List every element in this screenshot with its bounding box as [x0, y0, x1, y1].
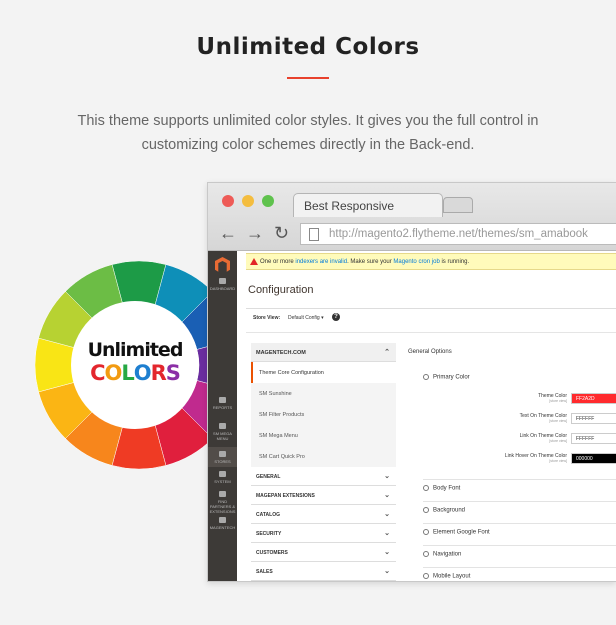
config-tabs: MAGENTECH.COM ⌃ Theme Core Configuration … [251, 343, 396, 581]
help-icon[interactable]: ? [332, 313, 340, 321]
section-navigation[interactable]: Navigation [423, 545, 616, 558]
tab-group-catalog[interactable]: CATALOG ⌄ [251, 505, 396, 524]
tab-group-customers[interactable]: CUSTOMERS ⌄ [251, 543, 396, 562]
badge-letter: O [104, 361, 123, 385]
expand-icon [423, 529, 429, 535]
magento-logo-icon [215, 257, 230, 272]
section-mobile-layout[interactable]: Mobile Layout [423, 567, 616, 580]
browser-chrome: Best Responsive ← → ↻ http://magento2.fl… [208, 183, 616, 251]
text-on-theme-color-input[interactable]: FFFFFF [571, 413, 616, 424]
badge-letter: S [165, 361, 181, 385]
badge-letter: C [90, 361, 105, 385]
address-bar-url: http://magento2.flytheme.net/themes/sm_a… [329, 228, 588, 240]
configuration-title: Configuration [248, 284, 314, 296]
badge-line-unlimited: Unlimited [87, 339, 184, 361]
title-divider [287, 77, 329, 79]
forward-arrow-icon[interactable]: → [246, 224, 264, 242]
dashboard-icon [219, 278, 226, 284]
collapse-icon [423, 374, 429, 380]
chevron-down-icon: ⌄ [384, 568, 390, 575]
field-label-theme-color: Theme Color [store view] [538, 393, 567, 403]
back-arrow-icon[interactable]: ← [219, 224, 237, 242]
cron-job-link[interactable]: Magento cron job [393, 259, 439, 265]
intro-text: This theme supports unlimited color styl… [77, 113, 539, 153]
expand-icon [423, 507, 429, 513]
section-element-google-font[interactable]: Element Google Font [423, 523, 616, 536]
chevron-up-icon: ⌃ [384, 349, 390, 356]
tab-sm-filter-products[interactable]: SM Filter Products [251, 404, 396, 425]
field-label-text-on-theme-color: Text On Theme Color [store view] [519, 413, 567, 423]
reload-icon[interactable]: ↻ [274, 224, 289, 242]
page-title: Unlimited Colors [196, 34, 420, 60]
link-on-theme-color-input[interactable]: FFFFFF [571, 433, 616, 444]
field-label-link-on-theme-color: Link On Theme Color [store view] [519, 433, 567, 443]
tab-group-sales[interactable]: SALES ⌄ [251, 562, 396, 581]
tab-sm-mega-menu[interactable]: SM Mega Menu [251, 425, 396, 446]
general-options-heading: General Options [408, 349, 452, 355]
sidebar-item-reports[interactable]: REPORTS [208, 397, 237, 413]
sidebar-item-system[interactable]: SYSTEM [208, 471, 237, 487]
field-label-link-hover-on-theme-color: Link Hover On Theme Color [store view] [504, 453, 567, 463]
tab-group-security[interactable]: SECURITY ⌄ [251, 524, 396, 543]
store-view-select[interactable]: Default Config ▾ [288, 315, 324, 321]
maximize-window-button[interactable] [262, 195, 274, 207]
warning-icon [250, 258, 258, 265]
section-background[interactable]: Background [423, 501, 616, 514]
expand-icon [423, 551, 429, 557]
browser-window: Best Responsive ← → ↻ http://magento2.fl… [207, 182, 616, 582]
unlimited-colors-badge: Unlimited COLORS [71, 301, 199, 429]
magentech-icon [219, 517, 226, 523]
sidebar-item-find-partners[interactable]: FIND PARTNERS & EXTENSIONS [208, 491, 237, 514]
chevron-down-icon: ⌄ [384, 549, 390, 556]
store-view-label: Store View: [253, 315, 281, 321]
chevron-down-icon: ⌄ [384, 473, 390, 480]
sidebar-item-magentech[interactable]: MAGENTECH [208, 517, 237, 533]
badge-letter: R [150, 361, 167, 385]
new-tab-button[interactable] [443, 197, 473, 213]
tab-sm-cart-quick-pro[interactable]: SM Cart Quick Pro [251, 446, 396, 467]
address-bar[interactable]: http://magento2.flytheme.net/themes/sm_a… [300, 223, 616, 245]
section-primary-color[interactable]: Primary Color [423, 369, 616, 381]
page-icon [309, 228, 319, 241]
badge-letter: L [121, 361, 134, 385]
minimize-window-button[interactable] [242, 195, 254, 207]
expand-icon [423, 573, 429, 579]
system-notice: One or more indexers are invalid. Make s… [246, 253, 616, 270]
store-icon [219, 451, 226, 457]
gear-icon [219, 471, 226, 477]
tab-sm-sunshine[interactable]: SM Sunshine [251, 383, 396, 404]
chevron-down-icon: ⌄ [384, 492, 390, 499]
tab-group-general[interactable]: GENERAL ⌄ [251, 467, 396, 486]
sidebar-item-sm-mega-menu[interactable]: SM MEGA MENU [208, 423, 237, 445]
tab-theme-core-configuration[interactable]: Theme Core Configuration [251, 362, 396, 383]
tab-group-magepan-extensions[interactable]: MAGEPAN EXTENSIONS ⌄ [251, 486, 396, 505]
admin-sidebar: DASHBOARD REPORTS SM MEGA MENU STORES SY… [208, 251, 237, 581]
sidebar-item-dashboard[interactable]: DASHBOARD [208, 278, 237, 294]
section-body-font[interactable]: Body Font [423, 479, 616, 492]
indexers-link[interactable]: indexers are invalid [295, 259, 347, 265]
chevron-down-icon: ⌄ [384, 511, 390, 518]
menu-icon [219, 423, 226, 429]
sidebar-item-stores[interactable]: STORES [208, 447, 237, 467]
reports-icon [219, 397, 226, 403]
divider [246, 332, 616, 333]
badge-line-colors: COLORS [71, 361, 199, 385]
expand-icon [423, 485, 429, 491]
link-hover-on-theme-color-input[interactable]: 000000 [571, 453, 616, 464]
tab-group-magentech[interactable]: MAGENTECH.COM ⌃ [251, 343, 396, 362]
browser-tab[interactable]: Best Responsive [293, 193, 443, 217]
close-window-button[interactable] [222, 195, 234, 207]
badge-letter: O [133, 361, 152, 385]
chevron-down-icon: ⌄ [384, 530, 390, 537]
extensions-icon [219, 491, 226, 497]
theme-color-input[interactable]: FF2A2D [571, 393, 616, 404]
divider [246, 308, 616, 309]
